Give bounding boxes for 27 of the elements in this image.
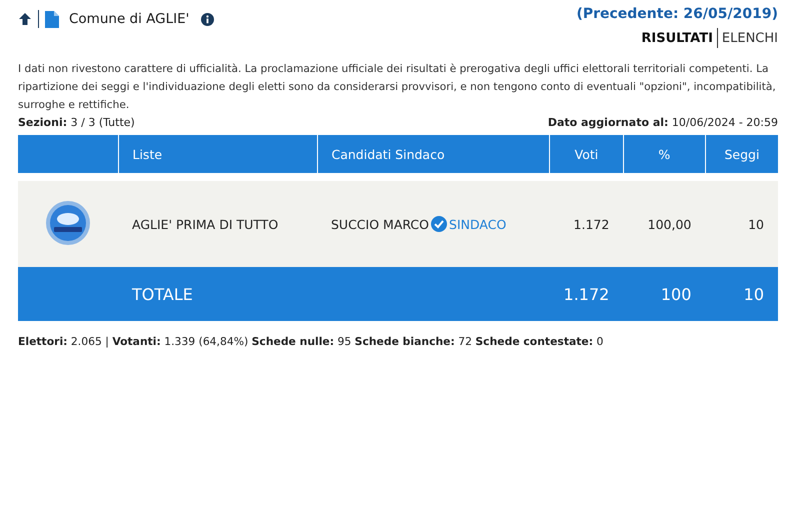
sections-info: Sezioni: 3 / 3 (Tutte): [18, 116, 135, 129]
update-info: Dato aggiornato al: 10/06/2024 - 20:59: [548, 116, 778, 129]
tab[interactable]: ELENCHI: [722, 30, 778, 46]
total-label: TOTALE: [118, 267, 317, 321]
up-arrow-icon[interactable]: [18, 12, 32, 26]
table-cell: 1.172: [550, 181, 624, 267]
document-icon[interactable]: [45, 10, 59, 28]
column-header: Liste: [118, 135, 317, 173]
column-header: Voti: [550, 135, 624, 173]
total-cell: 10: [705, 267, 778, 321]
table-cell: 10: [705, 181, 778, 267]
column-header: Candidati Sindaco: [317, 135, 550, 173]
table-cell: AGLIE' PRIMA DI TUTTO: [118, 181, 317, 267]
total-cell: 1.172: [550, 267, 624, 321]
candidate-name: SUCCIO MARCO: [331, 216, 430, 232]
page-title: Comune di AGLIE': [69, 11, 190, 27]
column-header: Seggi: [705, 135, 778, 173]
total-cell: 100: [623, 267, 706, 321]
tab[interactable]: RISULTATI: [641, 30, 713, 46]
table-cell: 100,00: [623, 181, 706, 267]
mayor-label: SINDACO: [449, 216, 506, 232]
column-header: %: [623, 135, 706, 173]
disclaimer-text: I dati non rivestono carattere di ufficialità. La proclamazione ufficiale dei risultati è prerogativa degli uffici elettorali territoriali competenti. La ripartizione dei seggi e l'individuazione degli eletti sono da considerarsi provvisori, e non tengono conto di eventuali "opzioni", incompatibilità, surroghe e rettifiche.: [18, 62, 777, 113]
info-icon[interactable]: [201, 12, 214, 26]
list-logo-icon: [45, 200, 91, 246]
previous-election-link[interactable]: (Precedente: 26/05/2019): [576, 6, 778, 22]
turnout-stats: Elettori: 2.065 | Votanti: 1.339 (64,84%) Schede nulle: 95 Schede bianche: 72 Schede contestate: 0: [18, 335, 604, 348]
